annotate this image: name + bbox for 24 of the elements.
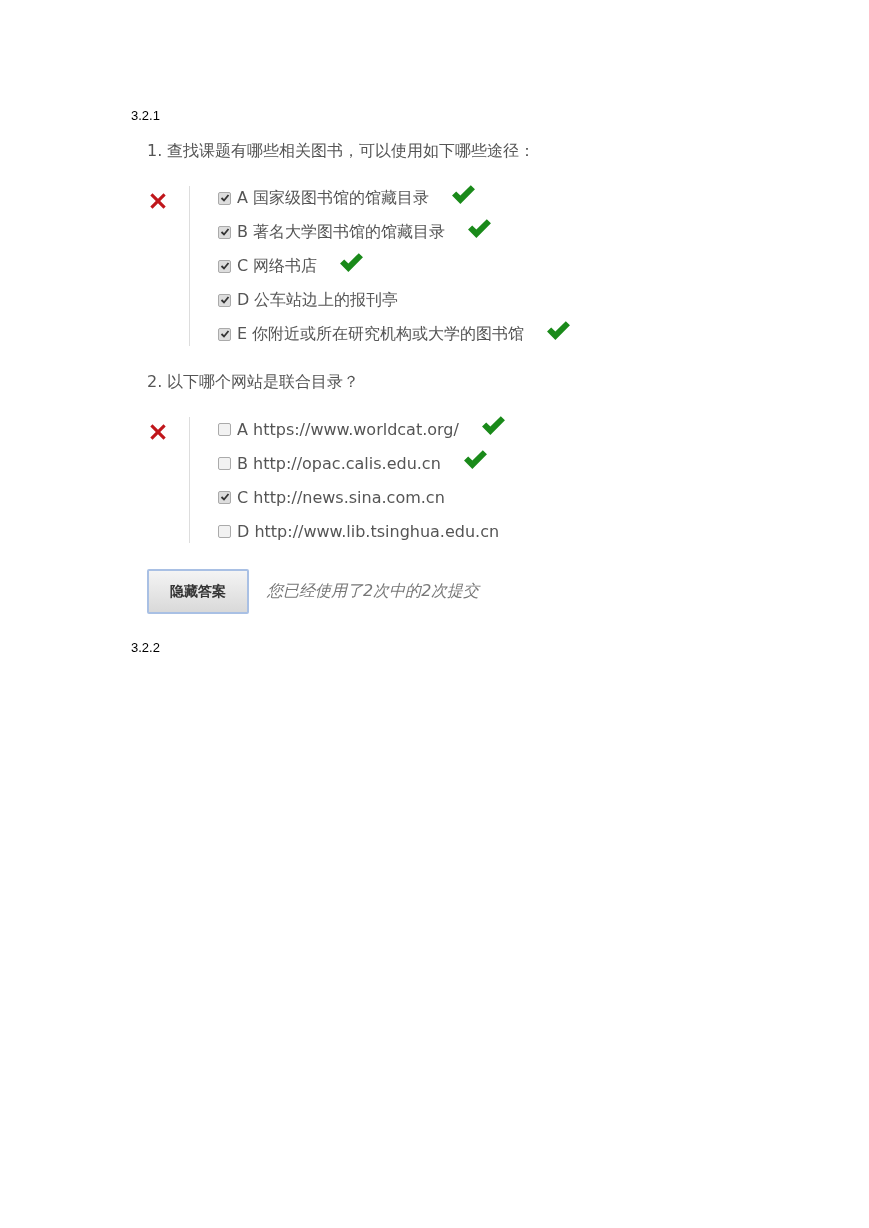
section-heading: 3.2.2 bbox=[131, 640, 161, 655]
checkbox[interactable] bbox=[218, 456, 231, 470]
checkbox[interactable] bbox=[218, 524, 231, 538]
option-label[interactable]: D http://www.lib.tsinghua.edu.cn bbox=[237, 521, 500, 541]
hide-answer-button[interactable]: 隐藏答案 bbox=[147, 569, 249, 614]
checkbox[interactable] bbox=[218, 422, 231, 436]
submission-status: 您已经使用了2次中的2次提交 bbox=[267, 581, 480, 602]
option-label[interactable]: D 公车站边上的报刊亭 bbox=[237, 289, 399, 311]
option-label[interactable]: A 国家级图书馆的馆藏目录 bbox=[237, 187, 430, 209]
option-label[interactable]: C 网络书店 bbox=[237, 255, 318, 277]
option-label[interactable]: C http://news.sina.com.cn bbox=[237, 487, 445, 507]
checkbox[interactable] bbox=[218, 327, 231, 341]
option-label[interactable]: B http://opac.calis.edu.cn bbox=[237, 453, 441, 473]
option-label[interactable]: A https://www.worldcat.org/ bbox=[237, 419, 459, 439]
section-heading: 3.2.1 bbox=[131, 108, 161, 123]
checkbox[interactable] bbox=[218, 225, 231, 239]
question-text: 2. 以下哪个网站是联合目录？ bbox=[147, 372, 361, 393]
question-text: 1. 查找课题有哪些相关图书，可以使用如下哪些途径： bbox=[147, 141, 537, 162]
checkbox[interactable] bbox=[218, 293, 231, 307]
checkbox[interactable] bbox=[218, 191, 231, 205]
checkbox[interactable] bbox=[218, 259, 231, 273]
checkbox[interactable] bbox=[218, 490, 231, 504]
option-label[interactable]: E 你附近或所在研究机构或大学的图书馆 bbox=[237, 323, 525, 345]
option-label[interactable]: B 著名大学图书馆的馆藏目录 bbox=[237, 221, 446, 243]
